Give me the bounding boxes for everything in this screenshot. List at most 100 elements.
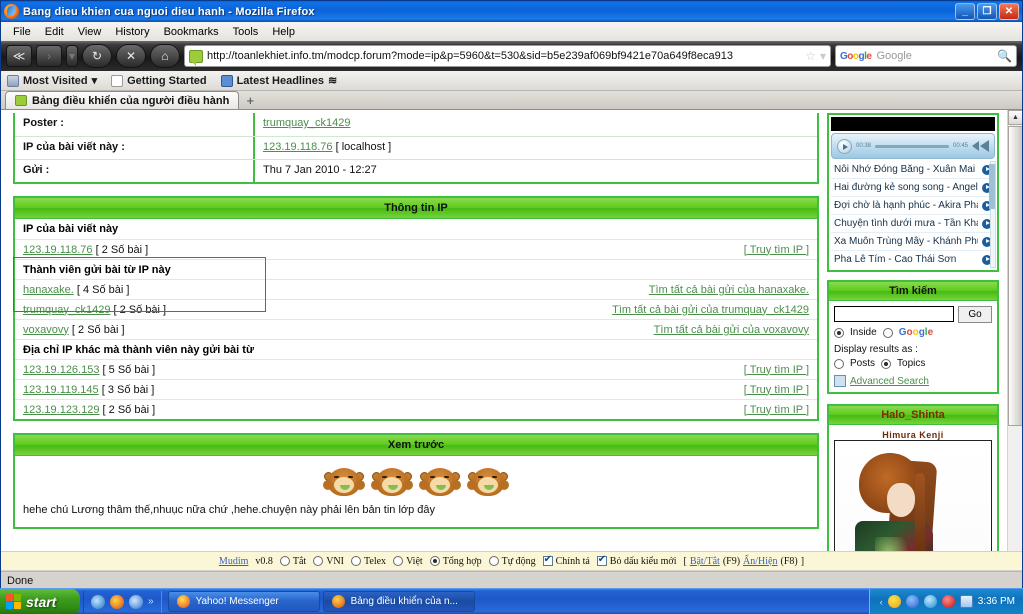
checkbox-icon[interactable] bbox=[596, 554, 607, 566]
trace-ip-link[interactable]: [ Truy tìm IP ] bbox=[744, 244, 809, 256]
volume-icon[interactable] bbox=[972, 140, 989, 152]
internet-explorer-icon[interactable] bbox=[91, 594, 105, 609]
home-button[interactable]: ⌂ bbox=[150, 44, 180, 68]
yahoo-tray-icon[interactable] bbox=[887, 595, 901, 608]
checkbox-icon[interactable] bbox=[542, 554, 553, 566]
nav-dropdown-icon[interactable]: ▾ bbox=[66, 45, 78, 67]
bookmark-star-icon[interactable]: ☆ bbox=[805, 49, 816, 63]
menu-bookmarks[interactable]: Bookmarks bbox=[157, 25, 226, 39]
menu-view[interactable]: View bbox=[71, 25, 109, 39]
trace-ip-link[interactable]: [ Truy tìm IP ] bbox=[744, 364, 809, 376]
radio-posts[interactable] bbox=[834, 358, 844, 369]
forward-button[interactable]: › bbox=[36, 45, 62, 67]
stop-button[interactable]: ✕ bbox=[116, 44, 146, 68]
play-icon[interactable] bbox=[837, 138, 852, 154]
radio-icon[interactable] bbox=[313, 556, 324, 566]
ip-post-count: [ 2 Số bài ] bbox=[102, 403, 156, 416]
radio-topics[interactable] bbox=[881, 358, 892, 369]
radio-inside[interactable] bbox=[834, 327, 844, 338]
advanced-search-row[interactable]: Advanced Search bbox=[834, 375, 992, 387]
mudim-checkbox-bodau[interactable]: Bỏ dấu kiểu mới bbox=[596, 554, 676, 567]
new-tab-button[interactable]: + bbox=[239, 91, 261, 109]
media-player-icon[interactable] bbox=[129, 594, 143, 609]
search-keyword-input[interactable] bbox=[834, 306, 954, 322]
bookmark-getting-started[interactable]: Getting Started bbox=[111, 74, 207, 87]
windows-logo-icon bbox=[6, 594, 21, 609]
bookmark-most-visited[interactable]: Most Visited ▾ bbox=[7, 74, 97, 87]
start-button[interactable]: start bbox=[0, 588, 80, 614]
playlist-item[interactable]: Xa Muôn Trùng Mây - Khánh Phư bbox=[831, 233, 995, 251]
advanced-search-link[interactable]: Advanced Search bbox=[850, 376, 929, 387]
radio-icon[interactable] bbox=[429, 556, 440, 566]
scroll-thumb[interactable] bbox=[1008, 126, 1022, 426]
back-button[interactable]: ≪ bbox=[6, 45, 32, 67]
mudim-checkbox-chinhta[interactable]: Chính tả bbox=[542, 554, 590, 567]
poster-link[interactable]: trumquay_ck1429 bbox=[263, 117, 350, 129]
trace-ip-link[interactable]: [ Truy tìm IP ] bbox=[744, 384, 809, 396]
playlist-item[interactable]: Nỗi Nhớ Đóng Băng - Xuân Mai f bbox=[831, 161, 995, 179]
search-go-button[interactable]: Go bbox=[958, 306, 992, 323]
mudim-mode-tudong[interactable]: Tự động bbox=[488, 556, 536, 567]
minimize-button[interactable]: _ bbox=[955, 3, 975, 20]
mudim-mode-tonghop[interactable]: Tổng hợp bbox=[429, 556, 482, 567]
quick-launch-more-icon[interactable]: » bbox=[148, 596, 154, 607]
url-bar[interactable]: http://toanlekhiet.info.tm/modcp.forum?m… bbox=[184, 45, 831, 67]
update-tray-icon[interactable] bbox=[923, 595, 937, 608]
playlist-item[interactable]: Chuyện tình dưới mưa - Tần Khá bbox=[831, 215, 995, 233]
radio-icon[interactable] bbox=[279, 556, 290, 566]
network-tray-icon[interactable] bbox=[905, 595, 919, 608]
menu-help[interactable]: Help bbox=[265, 25, 302, 39]
playlist-scrollbar[interactable] bbox=[989, 161, 996, 268]
playlist-item[interactable]: Pha Lê Tím - Cao Thái Sơn bbox=[831, 251, 995, 268]
tray-expand-icon[interactable]: ‹ bbox=[880, 597, 883, 607]
mudim-brand-link[interactable]: Mudim bbox=[219, 556, 248, 567]
firefox-icon[interactable] bbox=[110, 594, 124, 609]
ip-link[interactable]: 123.19.119.145 bbox=[23, 384, 99, 396]
search-input[interactable]: Google bbox=[876, 50, 992, 62]
reload-button[interactable]: ↻ bbox=[82, 44, 112, 68]
menu-history[interactable]: History bbox=[108, 25, 156, 39]
menu-tools[interactable]: Tools bbox=[226, 25, 266, 39]
tab-active[interactable]: Bảng điều khiển của người điều hành bbox=[5, 91, 240, 109]
radio-icon[interactable] bbox=[350, 556, 361, 566]
member-link[interactable]: hanaxake. bbox=[23, 284, 74, 296]
ip-link[interactable]: 123.19.118.76 bbox=[23, 244, 93, 256]
taskbar-item-yahoo[interactable]: Yahoo! Messenger bbox=[167, 591, 320, 612]
find-posts-link[interactable]: Tìm tất cả bài gửi của hanaxake. bbox=[649, 284, 809, 296]
member-link[interactable]: trumquay_ck1429 bbox=[23, 304, 110, 316]
trace-ip-link[interactable]: [ Truy tìm IP ] bbox=[744, 404, 809, 416]
mudim-toggle-link[interactable]: Bật/Tắt bbox=[690, 556, 720, 567]
playlist-item[interactable]: Hai đường kẻ song song - Angel bbox=[831, 179, 995, 197]
radio-icon[interactable] bbox=[488, 556, 499, 566]
playlist-item[interactable]: Đợi chờ là hạnh phúc - Akira Phạ bbox=[831, 197, 995, 215]
find-posts-link[interactable]: Tìm tất cả bài gửi của voxavovy bbox=[654, 324, 809, 336]
menu-edit[interactable]: Edit bbox=[38, 25, 71, 39]
bookmark-latest-headlines[interactable]: Latest Headlines ≋ bbox=[220, 74, 337, 87]
radio-google[interactable] bbox=[882, 327, 893, 338]
search-bar[interactable]: Google Google 🔍 bbox=[835, 45, 1017, 67]
ip-link[interactable]: 123.19.126.153 bbox=[23, 364, 99, 376]
post-ip-link[interactable]: 123.19.118.76 bbox=[263, 141, 333, 153]
player-progress-slider[interactable] bbox=[875, 144, 949, 148]
page-scrollbar[interactable]: ▲ ▼ bbox=[1007, 110, 1022, 570]
mudim-mode-viqr[interactable]: Việt bbox=[393, 556, 423, 567]
language-tray-icon[interactable] bbox=[959, 595, 973, 608]
member-link[interactable]: voxavovy bbox=[23, 324, 69, 336]
mudim-mode-tat[interactable]: Tắt bbox=[279, 556, 306, 567]
find-posts-link[interactable]: Tìm tất cả bài gửi của trumquay_ck1429 bbox=[612, 304, 809, 316]
radio-icon[interactable] bbox=[393, 556, 404, 566]
playlist-scroll-thumb[interactable] bbox=[989, 164, 995, 209]
mudim-mode-vni[interactable]: VNI bbox=[313, 556, 344, 567]
menu-file[interactable]: File bbox=[6, 25, 38, 39]
url-dropdown-icon[interactable]: ▾ bbox=[820, 49, 826, 63]
taskbar-item-firefox[interactable]: Bảng điều khiển của n... bbox=[322, 591, 475, 612]
search-icon[interactable]: 🔍 bbox=[997, 49, 1012, 63]
maximize-button[interactable]: ❐ bbox=[977, 3, 997, 20]
row-label: Poster : bbox=[15, 113, 255, 136]
scroll-up-button[interactable]: ▲ bbox=[1008, 110, 1022, 125]
close-button[interactable]: ✕ bbox=[999, 3, 1019, 20]
mudim-mode-telex[interactable]: Telex bbox=[350, 556, 386, 567]
mudim-hide-link[interactable]: Ẩn/Hiện bbox=[743, 556, 777, 567]
antivirus-tray-icon[interactable] bbox=[941, 595, 955, 608]
ip-link[interactable]: 123.19.123.129 bbox=[23, 404, 99, 416]
